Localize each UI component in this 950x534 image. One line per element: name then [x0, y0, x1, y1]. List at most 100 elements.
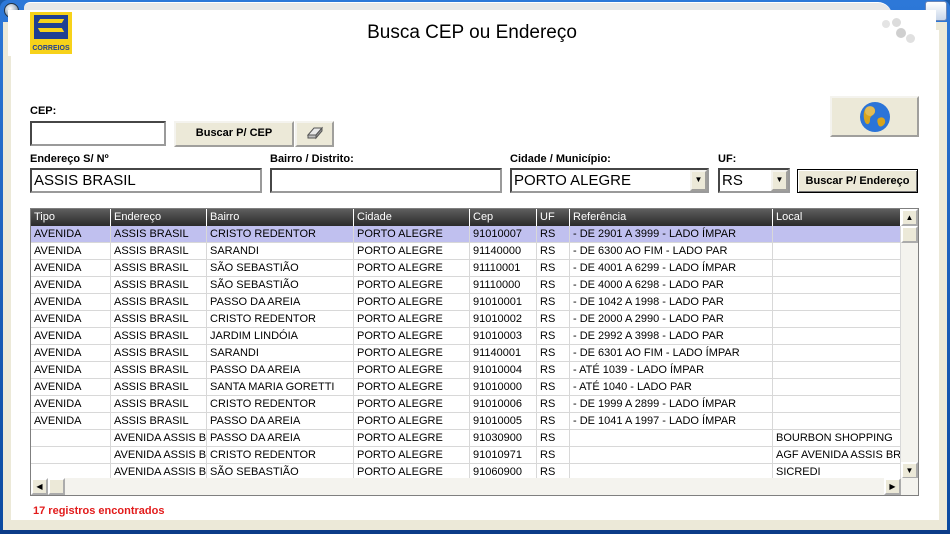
cidade-label: Cidade / Município: — [510, 153, 611, 165]
table-cell: PORTO ALEGRE — [354, 243, 470, 259]
table-cell: - DE 1999 A 2899 - LADO ÍMPAR — [570, 396, 773, 412]
table-cell: - DE 2992 A 3998 - LADO PAR — [570, 328, 773, 344]
table-cell — [773, 294, 901, 310]
table-cell: RS — [537, 362, 570, 378]
column-header[interactable]: Bairro — [207, 209, 354, 226]
uf-select[interactable]: RS ▼ — [718, 168, 790, 193]
horizontal-scrollbar[interactable]: ◀ ▶ — [31, 478, 918, 495]
cep-input[interactable] — [30, 121, 166, 146]
table-cell: PORTO ALEGRE — [354, 260, 470, 276]
endereco-input[interactable]: ASSIS BRASIL — [30, 168, 262, 193]
table-cell: PORTO ALEGRE — [354, 413, 470, 429]
table-cell: AVENIDA — [31, 362, 111, 378]
table-cell — [570, 430, 773, 446]
grid-body: AVENIDA ASSIS BRASIL CRISTO REDENTOR PORTO … — [31, 226, 901, 481]
table-cell: ASSIS BRASIL — [111, 362, 207, 378]
table-row[interactable]: AVENIDA ASSIS BRASIL SÃO SEBASTIÃO PORTO AL… — [31, 277, 901, 294]
table-cell: AVENIDA — [31, 243, 111, 259]
table-cell: PASSO DA AREIA — [207, 294, 354, 310]
table-row[interactable]: AVENIDA ASSIS BRASIL SÃO SEBASTIÃO PORTO AL… — [31, 260, 901, 277]
search-cep-button[interactable]: Buscar P/ CEP — [174, 121, 294, 147]
endereco-label: Endereço S/ Nº — [30, 153, 109, 165]
table-cell: PORTO ALEGRE — [354, 226, 470, 242]
table-cell — [570, 447, 773, 463]
cep-label: CEP: — [30, 105, 57, 117]
table-row[interactable]: AVENIDA ASSIS BRASIL CRISTO REDENTOR PORTO … — [31, 226, 901, 243]
table-cell: CRISTO REDENTOR — [207, 447, 354, 463]
column-header[interactable]: Referência — [570, 209, 773, 226]
table-row[interactable]: AVENIDA ASSIS BRASILCRISTO REDENTORPORTO… — [31, 447, 901, 464]
table-cell: 91010971 — [470, 447, 537, 463]
table-cell — [31, 430, 111, 446]
table-cell: 91110001 — [470, 260, 537, 276]
app-window: CORREIOS Busca CEP ou Endereço CEP: Busc… — [0, 0, 950, 534]
scroll-left-icon[interactable]: ◀ — [31, 478, 48, 495]
table-cell: - DE 1041 A 1997 - LADO ÍMPAR — [570, 413, 773, 429]
table-cell: ASSIS BRASIL — [111, 413, 207, 429]
table-row[interactable]: AVENIDA ASSIS BRASIL CRISTO REDENTOR PORTO … — [31, 396, 901, 413]
table-cell: CRISTO REDENTOR — [207, 311, 354, 327]
table-cell — [773, 311, 901, 327]
chevron-down-icon[interactable]: ▼ — [771, 170, 788, 191]
table-cell: AVENIDA — [31, 294, 111, 310]
table-cell: SARANDI — [207, 243, 354, 259]
results-grid[interactable]: Tipo Endereço Bairro Cidade Cep UF Referência L… — [30, 208, 919, 496]
table-cell: PORTO ALEGRE — [354, 430, 470, 446]
table-cell: PASSO DA AREIA — [207, 413, 354, 429]
table-cell: 91010000 — [470, 379, 537, 395]
table-cell: 91010007 — [470, 226, 537, 242]
table-cell: ASSIS BRASIL — [111, 226, 207, 242]
scroll-right-icon[interactable]: ▶ — [884, 478, 901, 495]
column-header[interactable]: Cidade — [354, 209, 470, 226]
table-cell: RS — [537, 396, 570, 412]
column-header[interactable]: Local — [773, 209, 901, 226]
table-cell: ASSIS BRASIL — [111, 396, 207, 412]
table-cell: RS — [537, 260, 570, 276]
table-cell: RS — [537, 379, 570, 395]
table-cell: ASSIS BRASIL — [111, 345, 207, 361]
table-cell: 91140000 — [470, 243, 537, 259]
table-cell: 91140001 — [470, 345, 537, 361]
table-cell: PORTO ALEGRE — [354, 311, 470, 327]
cidade-select[interactable]: PORTO ALEGRE ▼ — [510, 168, 709, 193]
logo-text: CORREIOS — [32, 45, 70, 52]
column-header[interactable]: Tipo — [31, 209, 111, 226]
table-cell — [773, 260, 901, 276]
status-text: 17 registros encontrados — [33, 505, 165, 517]
table-row[interactable]: AVENIDA ASSIS BRASIL SANTA MARIA GORETTI PO… — [31, 379, 901, 396]
table-cell: AVENIDA ASSIS BRASIL — [111, 447, 207, 463]
table-cell: RS — [537, 243, 570, 259]
table-cell: PORTO ALEGRE — [354, 294, 470, 310]
table-row[interactable]: AVENIDA ASSIS BRASIL SARANDI PORTO ALEGRE 91… — [31, 243, 901, 260]
table-cell: AVENIDA — [31, 277, 111, 293]
search-address-button[interactable]: Buscar P/ Endereço — [797, 169, 918, 193]
table-cell: PORTO ALEGRE — [354, 277, 470, 293]
column-header[interactable]: Endereço — [111, 209, 207, 226]
table-cell: - DE 2901 A 3999 - LADO ÍMPAR — [570, 226, 773, 242]
table-row[interactable]: AVENIDA ASSIS BRASILPASSO DA AREIAPORTO … — [31, 430, 901, 447]
table-row[interactable]: AVENIDA ASSIS BRASIL SARANDI PORTO ALEGRE 91… — [31, 345, 901, 362]
table-cell: 91110000 — [470, 277, 537, 293]
globe-button[interactable] — [830, 96, 919, 137]
bairro-input[interactable] — [270, 168, 502, 193]
table-row[interactable]: AVENIDA ASSIS BRASIL CRISTO REDENTOR PORTO … — [31, 311, 901, 328]
column-header[interactable]: UF — [537, 209, 570, 226]
table-row[interactable]: AVENIDA ASSIS BRASIL PASSO DA AREIA PORTO A… — [31, 413, 901, 430]
scroll-up-icon[interactable]: ▲ — [901, 209, 918, 226]
uf-value: RS — [722, 172, 743, 189]
table-cell: - DE 6300 AO FIM - LADO PAR — [570, 243, 773, 259]
table-cell: RS — [537, 311, 570, 327]
column-header[interactable]: Cep — [470, 209, 537, 226]
table-row[interactable]: AVENIDA ASSIS BRASIL PASSO DA AREIA PORTO A… — [31, 294, 901, 311]
horizontal-scroll-thumb[interactable] — [48, 478, 65, 495]
chevron-down-icon[interactable]: ▼ — [690, 170, 707, 191]
vertical-scrollbar[interactable]: ▲ ▼ — [901, 209, 918, 479]
scroll-down-icon[interactable]: ▼ — [901, 462, 918, 479]
table-cell: - DE 2000 A 2990 - LADO PAR — [570, 311, 773, 327]
table-cell: ASSIS BRASIL — [111, 294, 207, 310]
table-row[interactable]: AVENIDA ASSIS BRASIL JARDIM LINDÓIA PORTO A… — [31, 328, 901, 345]
table-cell: ASSIS BRASIL — [111, 328, 207, 344]
clear-button[interactable] — [295, 121, 334, 147]
vertical-scroll-thumb[interactable] — [901, 226, 918, 243]
table-row[interactable]: AVENIDA ASSIS BRASIL PASSO DA AREIA PORTO A… — [31, 362, 901, 379]
